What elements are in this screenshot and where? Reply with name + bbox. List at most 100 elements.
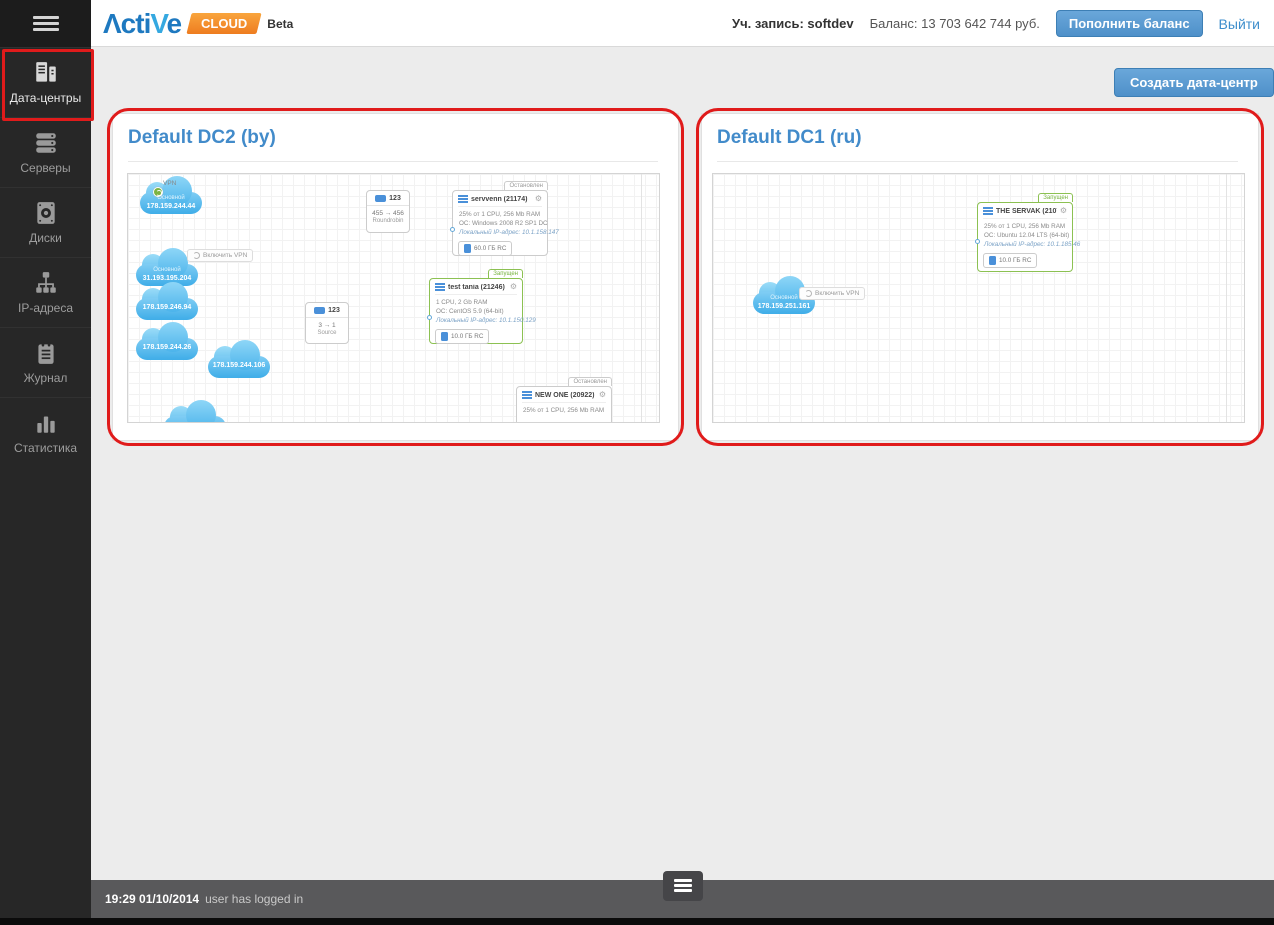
balancer-rule: 455 → 456: [372, 210, 404, 217]
gear-icon[interactable]: ⚙: [599, 391, 606, 399]
servers-icon: [35, 132, 56, 153]
server-card[interactable]: Остановлен servvenn (21174) ⚙ 25% от 1 CP…: [450, 181, 559, 257]
event-log-bar: 19:29 01/10/2014 user has logged in: [91, 871, 1274, 918]
vpn-enabled-icon: [153, 187, 163, 197]
enable-vpn-label: Включить VPN: [815, 290, 860, 297]
balancer-method: Source: [317, 330, 337, 336]
sidebar-item-servers[interactable]: Серверы: [0, 117, 91, 187]
server-specs: 25% от 1 CPU, 256 Mb RAM: [523, 407, 605, 414]
cloud-sublabel: Основной: [157, 195, 185, 202]
disk-icon: [441, 332, 448, 342]
balancer-name: 123: [328, 307, 340, 314]
cloud-ip: 178.159.246.94: [142, 303, 192, 311]
canvas-edge-line: [1226, 174, 1227, 422]
disk-icon: [989, 256, 996, 266]
disk-button[interactable]: 10.0 ГБ RC: [435, 329, 490, 345]
ip-cloud[interactable]: [164, 400, 226, 422]
hamburger-icon: [673, 879, 692, 892]
server-os: ОС: CentOS 5.9 (64-bit): [436, 308, 504, 316]
server-specs: 1 CPU, 2 Gb RAM: [436, 299, 488, 306]
server-name: test tania (21246): [448, 283, 505, 291]
logo-text: ΛctiVe: [103, 7, 182, 39]
ip-cloud[interactable]: 178.159.244.26: [136, 322, 198, 360]
server-status-badge: Остановлен: [504, 181, 548, 190]
log-timestamp: 19:29 01/10/2014: [105, 892, 200, 906]
connection-anchor: [450, 227, 455, 232]
enable-vpn-button[interactable]: Включить VPN: [799, 287, 866, 300]
ip-cloud[interactable]: 178.159.246.94: [136, 282, 198, 320]
connection-anchor: [427, 315, 432, 320]
dc-canvas[interactable]: Запущен THE SERVAK (21078)⚙ 25% от 1 CPU…: [712, 173, 1245, 423]
server-menu-icon[interactable]: [522, 391, 532, 399]
datacenter-card-dc1: Default DC1 (ru) Запущен THE SERVAK (210…: [701, 113, 1259, 441]
gear-icon[interactable]: ⚙: [1060, 207, 1067, 215]
balancer-card[interactable]: 123 455 → 456 Roundrobin: [366, 190, 410, 233]
hamburger-icon: [32, 13, 59, 34]
cloud-sublabel: Основной: [153, 267, 181, 274]
sidebar-menu-toggle[interactable]: [0, 0, 91, 47]
server-local-ip: Локальный IP-адрес: 10.1.150.129: [436, 317, 536, 325]
disk-button[interactable]: 60.0 ГБ RC: [458, 241, 513, 257]
balancer-card[interactable]: 123 3 → 1 Source: [305, 302, 349, 344]
sidebar-item-label: Серверы: [20, 160, 71, 175]
server-menu-icon[interactable]: [458, 195, 468, 203]
sidebar-item-ip[interactable]: IP-адреса: [0, 257, 91, 327]
top-header: ΛctiVe CLOUD Beta Уч. запись: softdev Ба…: [91, 0, 1274, 47]
sidebar-item-statistics[interactable]: Статистика: [0, 397, 91, 467]
log-panel-toggle[interactable]: [662, 871, 703, 901]
disk-label: 60.0 ГБ RC: [474, 245, 507, 253]
disk-icon: [464, 244, 471, 254]
balancer-name: 123: [389, 195, 401, 202]
ip-cloud[interactable]: 178.159.244.106: [208, 340, 270, 378]
vpn-label: VPN: [163, 180, 177, 187]
account-label: Уч. запись: softdev: [732, 16, 854, 31]
canvas-edge-line: [641, 174, 642, 422]
server-specs: 25% от 1 CPU, 256 Mb RAM: [984, 223, 1066, 230]
gear-icon[interactable]: ⚙: [535, 195, 542, 203]
logout-link[interactable]: Выйти: [1219, 16, 1260, 32]
server-status-badge: Остановлен: [568, 377, 612, 386]
sidebar-item-disks[interactable]: Диски: [0, 187, 91, 257]
server-menu-icon[interactable]: [435, 283, 445, 291]
datacenter-card-dc2: Default DC2 (by) VPN Основной 178.159.244…: [112, 113, 679, 441]
cloud-ip: 31.193.195.204: [142, 274, 192, 282]
server-card[interactable]: Запущен test tania (21246) ⚙ 1 CPU, 2 Gb …: [427, 269, 536, 345]
disks-icon: [36, 201, 55, 224]
server-status-badge: Запущен: [1038, 193, 1073, 202]
brand-logo[interactable]: ΛctiVe CLOUD Beta: [103, 0, 293, 47]
journal-icon: [37, 341, 54, 364]
server-status-badge: Запущен: [488, 269, 523, 278]
sidebar-item-label: Журнал: [23, 370, 68, 385]
dc-canvas[interactable]: VPN Основной 178.159.244.44 Включить VPN …: [127, 173, 660, 423]
bottom-edge: [0, 918, 1274, 925]
server-local-ip: Локальный IP-адрес: 10.1.185.46: [984, 241, 1081, 249]
server-specs: 25% от 1 CPU, 256 Mb RAM: [459, 211, 541, 218]
cloud-ip: 178.159.244.26: [142, 343, 192, 351]
sidebar-item-label: IP-адреса: [17, 300, 74, 315]
server-name: THE SERVAK (21078): [996, 207, 1057, 215]
gear-icon[interactable]: ⚙: [510, 283, 517, 291]
enable-vpn-label: Включить VPN: [203, 252, 248, 259]
cloud-ip: 178.159.244.44: [146, 202, 196, 210]
server-card[interactable]: Запущен THE SERVAK (21078)⚙ 25% от 1 CPU…: [975, 193, 1081, 272]
sidebar-item-datacenters[interactable]: Дата-центры: [0, 47, 91, 117]
vpn-flag: VPN: [151, 180, 185, 197]
balancer-rule: 3 → 1: [318, 322, 336, 329]
sidebar: Дата-центры Серверы Диски IP-адреса Журн…: [0, 0, 91, 918]
sidebar-item-journal[interactable]: Журнал: [0, 327, 91, 397]
server-card[interactable]: Остановлен NEW ONE (20922) ⚙ 25% от 1 CPU…: [516, 377, 612, 422]
datacenter-icon: [35, 61, 56, 82]
ip-addresses-icon: [35, 271, 56, 293]
sidebar-item-label: Диски: [29, 230, 62, 245]
connection-anchor: [975, 239, 980, 244]
balancer-method: Roundrobin: [372, 218, 404, 224]
disk-button[interactable]: 10.0 ГБ RC: [983, 253, 1038, 269]
sidebar-item-label: Статистика: [13, 440, 78, 455]
create-datacenter-button[interactable]: Создать дата-центр: [1114, 68, 1274, 97]
divider: [128, 161, 658, 162]
statistics-icon: [36, 416, 55, 433]
balancer-icon: [314, 307, 326, 314]
topup-balance-button[interactable]: Пополнить баланс: [1055, 10, 1203, 37]
server-menu-icon[interactable]: [983, 207, 993, 215]
enable-vpn-button[interactable]: Включить VPN: [187, 249, 254, 262]
